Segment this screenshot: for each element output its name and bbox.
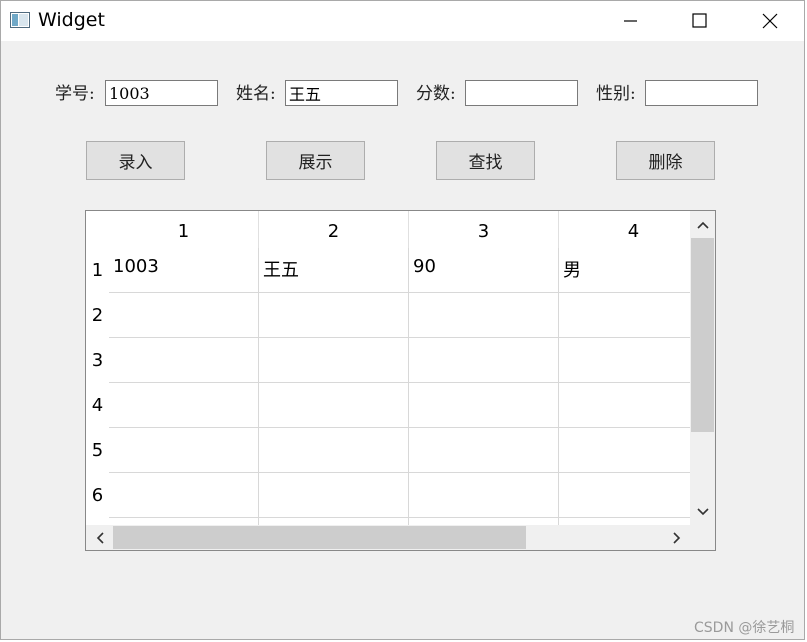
vertical-scroll-thumb[interactable] — [691, 238, 714, 432]
table-cell[interactable]: 1003 — [109, 248, 259, 293]
chevron-right-icon — [672, 531, 680, 544]
delete-button[interactable]: 删除 — [616, 141, 715, 180]
row-header-5[interactable]: 5 — [86, 428, 109, 473]
maximize-icon — [692, 13, 707, 28]
scroll-left-button[interactable] — [86, 525, 113, 550]
enter-button[interactable]: 录入 — [86, 141, 185, 180]
watermark: CSDN @徐艺桐 — [694, 620, 795, 636]
close-button[interactable] — [747, 1, 793, 41]
table-cell[interactable]: 90 — [409, 248, 559, 293]
table-cell[interactable] — [259, 338, 409, 383]
table-cell[interactable]: 男 — [559, 248, 709, 293]
table-cell[interactable] — [409, 473, 559, 518]
row-header-4[interactable]: 4 — [86, 383, 109, 428]
table-cell[interactable] — [559, 428, 709, 473]
find-button[interactable]: 查找 — [436, 141, 535, 180]
table-cell[interactable] — [559, 293, 709, 338]
table-cell[interactable] — [409, 338, 559, 383]
horizontal-scroll-thumb[interactable] — [113, 526, 526, 549]
scroll-corner — [690, 525, 715, 550]
table-cell[interactable] — [259, 383, 409, 428]
column-header-3[interactable]: 3 — [409, 211, 559, 251]
table-cell[interactable] — [259, 293, 409, 338]
row-header-6[interactable]: 6 — [86, 473, 109, 518]
data-table[interactable]: 1 2 3 4 1 2 3 4 5 6 1003 王五 90 男 — [85, 210, 716, 551]
table-cell[interactable] — [409, 383, 559, 428]
student-id-input[interactable] — [105, 80, 218, 106]
horizontal-scrollbar[interactable] — [86, 525, 690, 550]
column-header-2[interactable]: 2 — [259, 211, 409, 251]
table-cell[interactable] — [109, 338, 259, 383]
vertical-scrollbar[interactable] — [690, 211, 715, 525]
table-cell[interactable] — [109, 293, 259, 338]
score-label: 分数: — [416, 84, 456, 104]
table-cell[interactable] — [409, 428, 559, 473]
scroll-up-button[interactable] — [690, 211, 715, 238]
name-input[interactable] — [285, 80, 398, 106]
table-cell[interactable] — [109, 473, 259, 518]
window-title: Widget — [38, 9, 105, 31]
maximize-button[interactable] — [677, 1, 723, 41]
main-window: Widget 学号: 姓名: 分数: 性别: 录入 展示 查找 删除 1 2 3… — [0, 0, 805, 640]
row-header-2[interactable]: 2 — [86, 293, 109, 338]
show-button[interactable]: 展示 — [266, 141, 365, 180]
table-cell[interactable] — [259, 428, 409, 473]
table-cell[interactable] — [559, 473, 709, 518]
chevron-down-icon — [696, 508, 709, 516]
name-label: 姓名: — [236, 84, 276, 104]
row-header-3[interactable]: 3 — [86, 338, 109, 383]
chevron-left-icon — [96, 531, 104, 544]
gender-input[interactable] — [645, 80, 758, 106]
column-header-1[interactable]: 1 — [109, 211, 259, 251]
gender-label: 性别: — [596, 84, 636, 104]
table-cell[interactable] — [559, 383, 709, 428]
chevron-up-icon — [696, 221, 709, 229]
minimize-icon — [624, 20, 637, 22]
scroll-right-button[interactable] — [663, 525, 690, 550]
close-icon — [762, 13, 778, 29]
row-header-1[interactable]: 1 — [86, 248, 109, 293]
table-cell[interactable]: 王五 — [259, 248, 409, 293]
scroll-down-button[interactable] — [690, 499, 715, 525]
table-cell[interactable] — [559, 338, 709, 383]
minimize-button[interactable] — [608, 1, 654, 41]
title-bar[interactable]: Widget — [1, 1, 804, 41]
table-corner — [86, 211, 109, 251]
score-input[interactable] — [465, 80, 578, 106]
app-icon — [10, 12, 30, 28]
table-cell[interactable] — [409, 293, 559, 338]
table-cell[interactable] — [259, 473, 409, 518]
table-cell[interactable] — [109, 383, 259, 428]
column-header-4[interactable]: 4 — [559, 211, 709, 251]
student-id-label: 学号: — [55, 84, 95, 104]
table-cell[interactable] — [109, 428, 259, 473]
